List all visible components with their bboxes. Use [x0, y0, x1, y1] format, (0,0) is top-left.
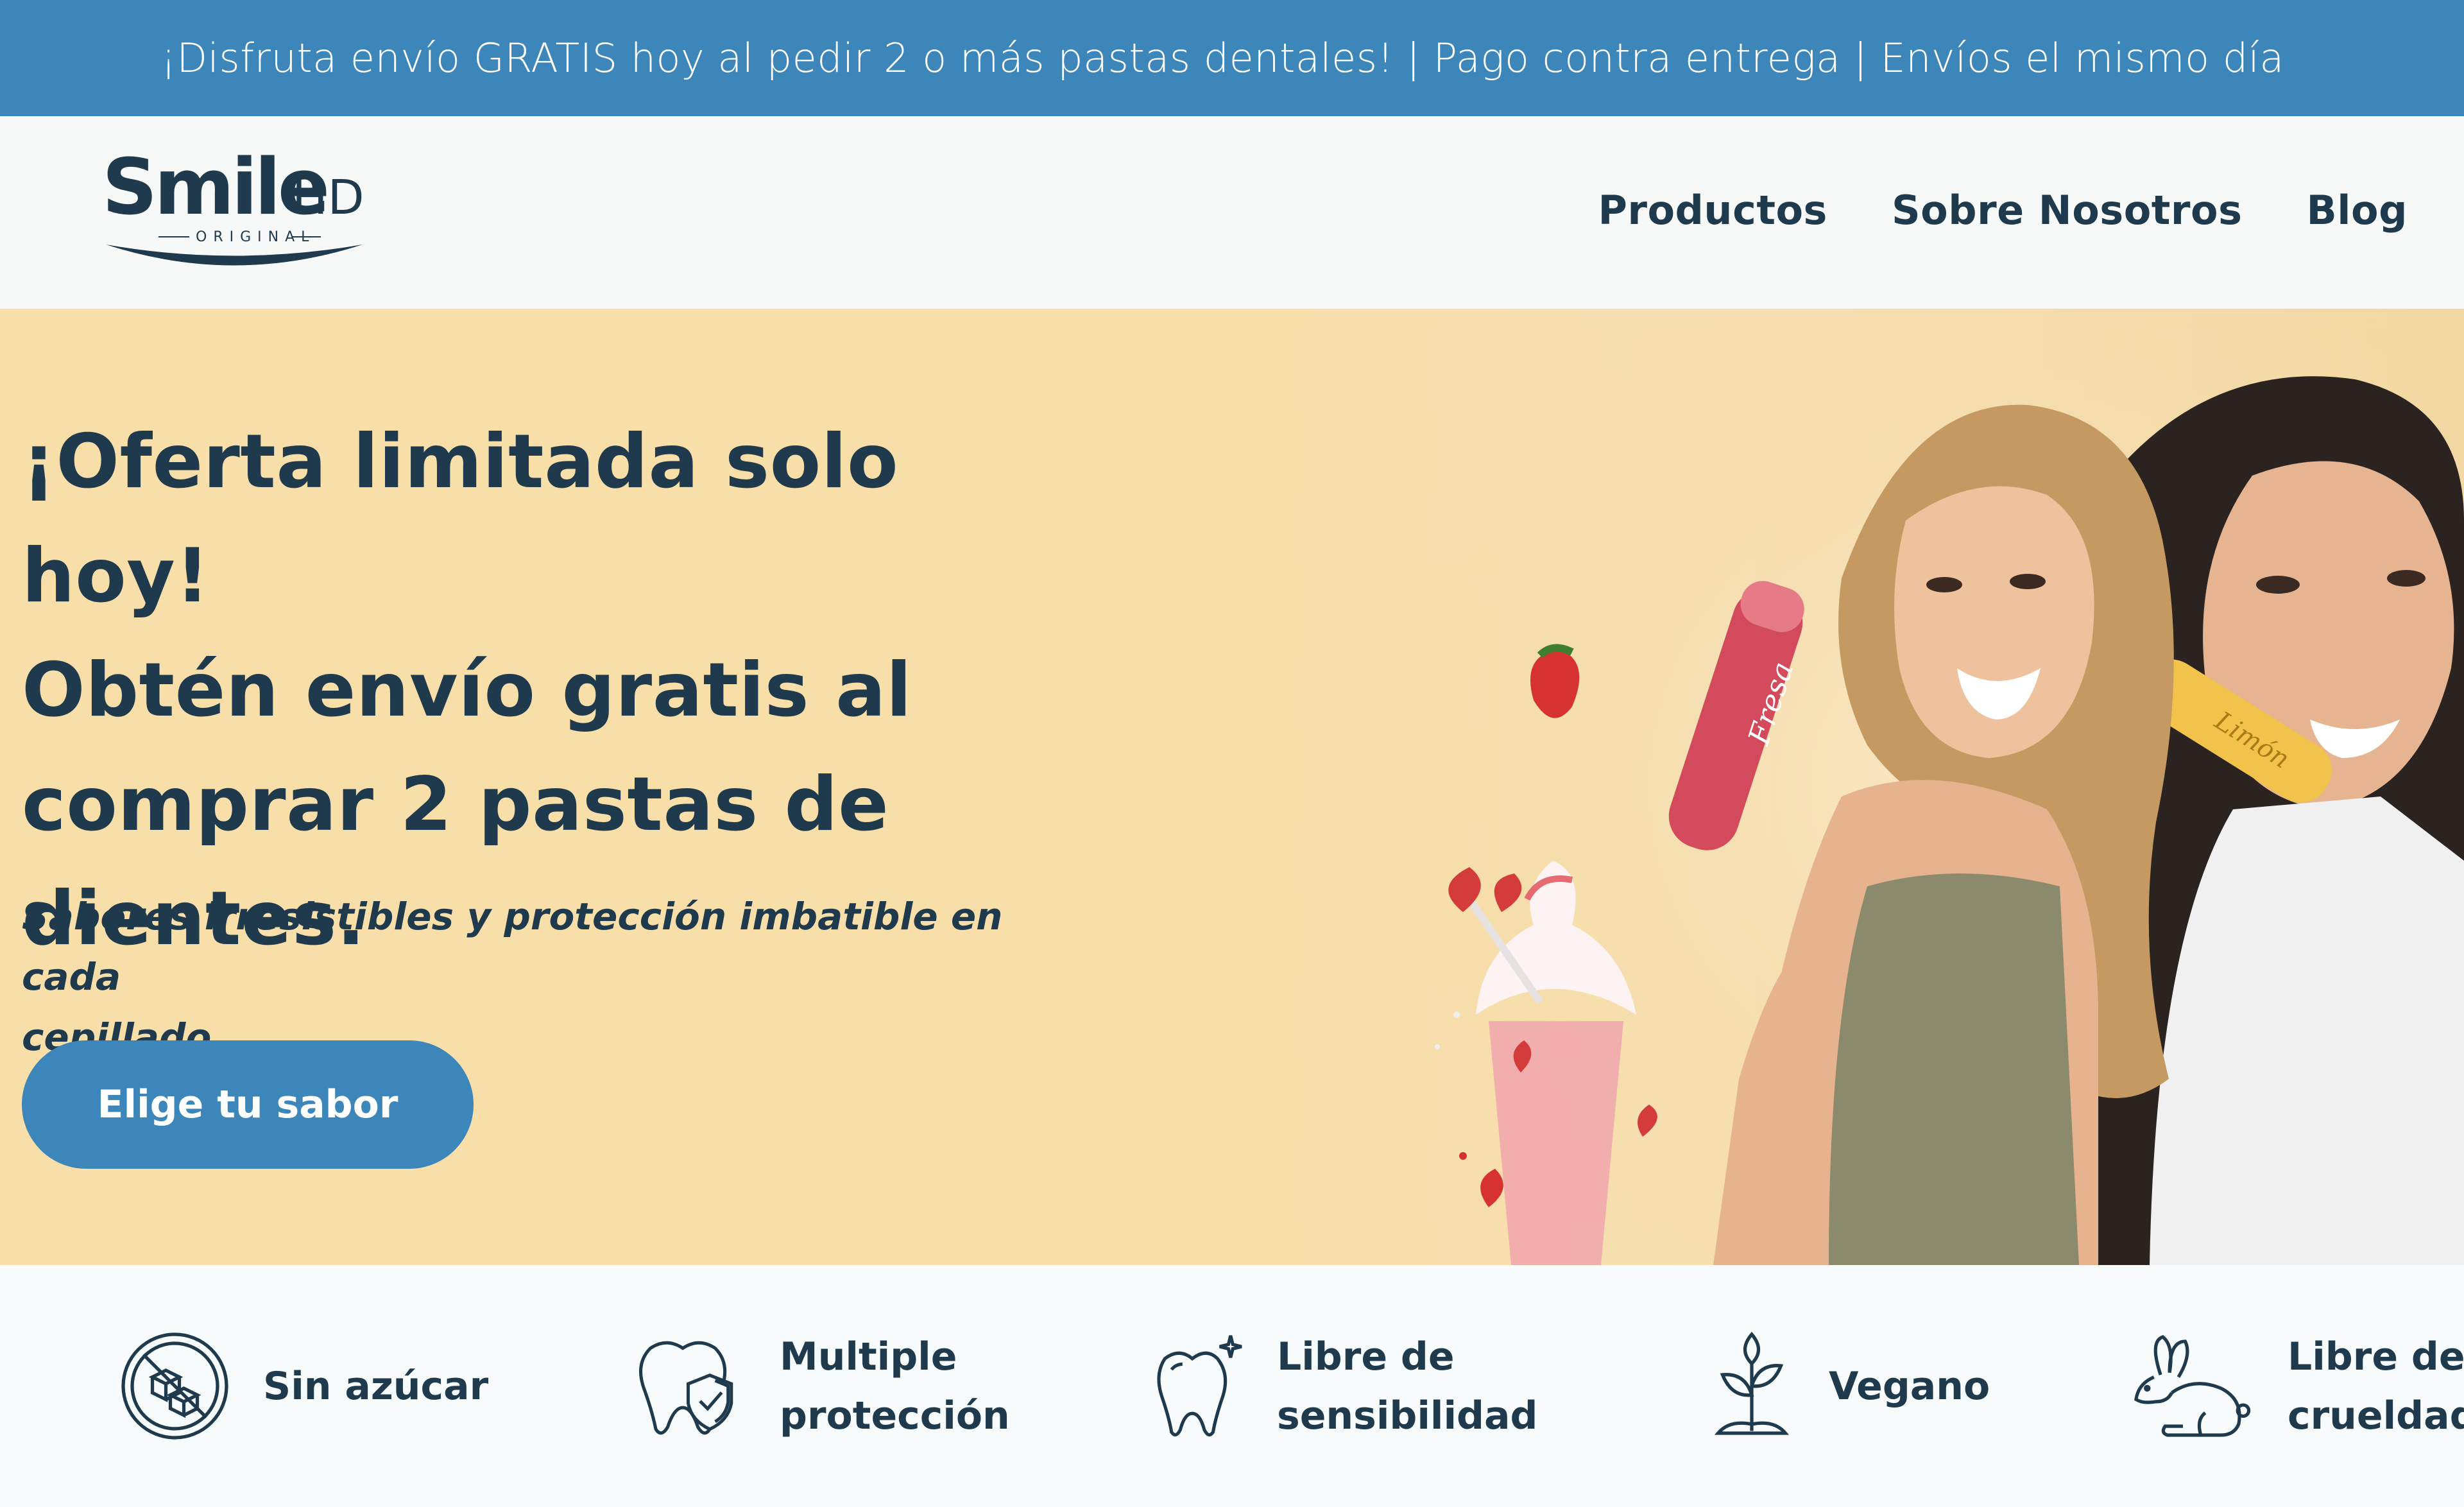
site-header: Smile HD ORIGINAL Productos Sobre Nosotr… [0, 116, 2464, 309]
announcement-bar: ¡Disfruta envío GRATIS hoy al pedir 2 o … [0, 0, 2464, 116]
feature-libre-sensibilidad: Libre de sensibilidad [1152, 1265, 1537, 1507]
feature-multiple-proteccion: Multiple protección [629, 1265, 1010, 1507]
hero-image: Limón Fresa [1380, 309, 2464, 1265]
plant-icon [1714, 1331, 1790, 1435]
features-strip: Sin azúcar Multiple protección Libre de se… [0, 1265, 2464, 1507]
nav-blog[interactable]: Blog [2307, 187, 2408, 234]
no-sugar-icon [121, 1332, 228, 1440]
nav-productos[interactable]: Productos [1598, 187, 1827, 234]
feature-label: Sin azúcar [263, 1363, 489, 1409]
main-nav: Productos Sobre Nosotros Blog [1598, 187, 2408, 234]
feature-sin-azucar: Sin azúcar [119, 1265, 488, 1507]
feature-label: Multiple protección [780, 1334, 1010, 1438]
feature-label: Vegano [1829, 1363, 1990, 1409]
rabbit-icon [2134, 1335, 2251, 1437]
hero-section: ¡Oferta limitada solo hoy! Obtén envío g… [0, 309, 2464, 1265]
tooth-sparkle-icon [1157, 1335, 1242, 1437]
tooth-shield-icon [639, 1341, 733, 1435]
svg-text:HD: HD [292, 170, 364, 225]
nav-sobre-nosotros[interactable]: Sobre Nosotros [1892, 187, 2243, 234]
feature-label: Libre de sensibilidad [1277, 1334, 1538, 1438]
smilehd-logo[interactable]: Smile HD ORIGINAL [99, 142, 369, 270]
feature-vegano: Vegano [1707, 1265, 1990, 1507]
announcement-text: ¡Disfruta envío GRATIS hoy al pedir 2 o … [160, 35, 2284, 82]
choose-flavor-button[interactable]: Elige tu sabor [22, 1040, 474, 1169]
feature-libre-crueldad: Libre de crueldad [2127, 1265, 2464, 1507]
feature-label: Libre de crueldad [2288, 1334, 2464, 1438]
